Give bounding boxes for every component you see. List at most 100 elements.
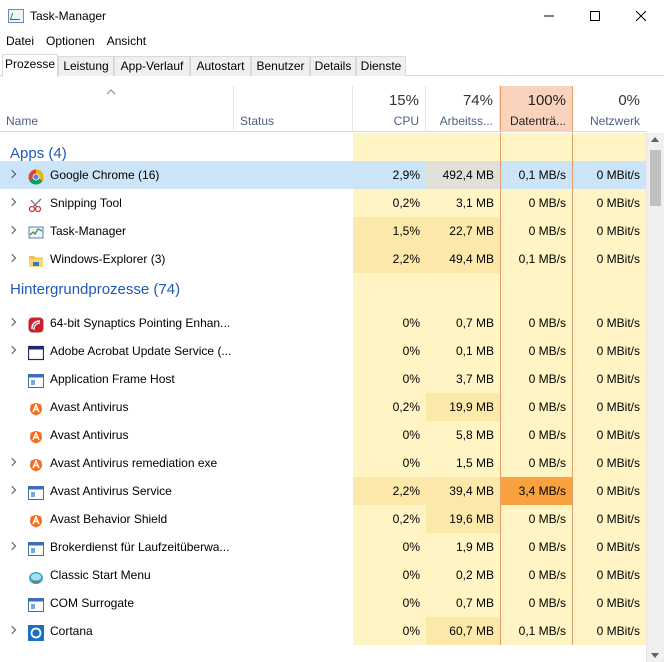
process-name-cell: Adobe Acrobat Update Service (... (0, 337, 234, 365)
app-window-icon (28, 371, 44, 388)
column-name[interactable]: Name (0, 86, 234, 132)
process-status (234, 477, 353, 505)
process-name-cell: Avast Antivirus (0, 393, 234, 421)
process-row[interactable]: Avast Antivirus 0,2% 19,9 MB 0 MB/s 0 MBit/s (0, 393, 646, 421)
process-row[interactable]: Windows-Explorer (3) 2,2% 49,4 MB 0,1 MB/s 0… (0, 245, 646, 273)
column-cpu[interactable]: 15% CPU (353, 86, 426, 132)
process-network: 0 MBit/s (573, 617, 646, 645)
column-memory[interactable]: 74% Arbeitss... (426, 86, 500, 132)
tab-users[interactable]: Benutzer (251, 56, 310, 76)
process-row[interactable]: Classic Start Menu 0% 0,2 MB 0 MB/s 0 MBit/s (0, 561, 646, 589)
process-name-cell: 64-bit Synaptics Pointing Enhan... (0, 309, 234, 337)
process-row[interactable]: Avast Behavior Shield 0,2% 19,6 MB 0 MB/s 0 … (0, 505, 646, 533)
chevron-right-icon[interactable] (7, 169, 17, 179)
column-disk[interactable]: 100% Datenträ... (500, 86, 573, 132)
process-network: 0 MBit/s (573, 245, 646, 273)
process-name: 64-bit Synaptics Pointing Enhan... (50, 316, 231, 330)
tab-app-history[interactable]: App-Verlauf (114, 56, 190, 76)
task-manager-icon (28, 223, 44, 239)
process-disk: 0,1 MB/s (500, 245, 573, 273)
process-row[interactable]: Avast Antivirus Service 2,2% 39,4 MB 3,4 MB… (0, 477, 646, 505)
disk-total: 100% (527, 92, 566, 109)
process-name: Windows-Explorer (3) (50, 252, 166, 266)
column-network[interactable]: 0% Netzwerk (573, 86, 646, 132)
process-row[interactable]: Task-Manager 1,5% 22,7 MB 0 MB/s 0 MBit/s (0, 217, 646, 245)
process-list: Apps (4) Google Chrome (16) 2,9% 492,4 MB 0,… (0, 133, 646, 662)
snipping-tool-icon (28, 195, 44, 213)
scroll-thumb[interactable] (650, 150, 661, 206)
menu-bar: Datei Optionen Ansicht (0, 31, 152, 51)
process-name-cell: Google Chrome (16) (0, 161, 234, 189)
process-row[interactable]: Snipping Tool 0,2% 3,1 MB 0 MB/s 0 MBit/s (0, 189, 646, 217)
process-memory: 0,7 MB (426, 309, 500, 337)
chevron-right-icon[interactable] (7, 457, 17, 467)
scroll-down-icon[interactable] (651, 653, 659, 658)
process-row[interactable]: Cortana 0% 60,7 MB 0,1 MB/s 0 MBit/s (0, 617, 646, 645)
scroll-up-icon[interactable] (651, 137, 659, 142)
tab-startup[interactable]: Autostart (190, 56, 251, 76)
menu-options[interactable]: Optionen (40, 31, 101, 51)
process-memory: 0,1 MB (426, 337, 500, 365)
process-memory: 39,4 MB (426, 477, 500, 505)
chevron-right-icon[interactable] (7, 317, 17, 327)
process-disk: 0 MB/s (500, 449, 573, 477)
group-header-background[interactable]: Hintergrundprozesse (74) (0, 273, 646, 309)
process-name: Classic Start Menu (50, 568, 151, 582)
process-name: Cortana (50, 624, 93, 638)
chevron-right-icon[interactable] (7, 541, 17, 551)
minimize-button[interactable] (526, 0, 572, 31)
process-name: Brokerdienst für Laufzeitüberwa... (50, 540, 230, 554)
process-disk: 0 MB/s (500, 337, 573, 365)
process-name: Avast Antivirus remediation exe (50, 456, 218, 470)
column-cpu-label: CPU (393, 114, 419, 128)
process-status (234, 533, 353, 561)
process-row[interactable]: Application Frame Host 0% 3,7 MB 0 MB/s 0 MB… (0, 365, 646, 393)
process-row[interactable]: Google Chrome (16) 2,9% 492,4 MB 0,1 MB/s 0 … (0, 161, 646, 189)
process-name-cell: Avast Antivirus remediation exe (0, 449, 234, 477)
chevron-right-icon[interactable] (7, 485, 17, 495)
menu-file[interactable]: Datei (0, 31, 40, 51)
process-name: Task-Manager (50, 224, 127, 238)
process-memory: 1,9 MB (426, 533, 500, 561)
cpu-total: 15% (388, 92, 419, 109)
process-status (234, 561, 353, 589)
group-header-apps[interactable]: Apps (4) (0, 133, 646, 162)
process-status (234, 393, 353, 421)
process-disk: 0,1 MB/s (500, 161, 573, 189)
chevron-right-icon[interactable] (7, 197, 17, 207)
maximize-icon (590, 10, 600, 21)
process-memory: 0,7 MB (426, 589, 500, 617)
process-row[interactable]: Avast Antivirus remediation exe 0% 1,5 MB 0… (0, 449, 646, 477)
synaptics-icon (28, 315, 44, 333)
process-network: 0 MBit/s (573, 449, 646, 477)
tab-details[interactable]: Details (310, 56, 356, 76)
process-network: 0 MBit/s (573, 561, 646, 589)
process-status (234, 245, 353, 273)
maximize-button[interactable] (572, 0, 618, 31)
process-row[interactable]: Adobe Acrobat Update Service (... 0% 0,1 M… (0, 337, 646, 365)
chevron-right-icon[interactable] (7, 625, 17, 635)
process-name-cell: Avast Behavior Shield (0, 505, 234, 533)
tab-processes[interactable]: Prozesse (2, 54, 58, 77)
vertical-scrollbar[interactable] (646, 133, 664, 662)
process-cpu: 2,2% (353, 245, 426, 273)
process-row[interactable]: Brokerdienst für Laufzeitüberwa... 0% 1,9 … (0, 533, 646, 561)
tab-services[interactable]: Dienste (356, 56, 406, 76)
process-network: 0 MBit/s (573, 217, 646, 245)
tab-performance[interactable]: Leistung (58, 56, 114, 76)
chevron-right-icon[interactable] (7, 225, 17, 235)
chevron-right-icon[interactable] (7, 345, 17, 355)
process-row[interactable]: 64-bit Synaptics Pointing Enhan... 0% 0,7 … (0, 309, 646, 337)
process-row[interactable]: Avast Antivirus 0% 5,8 MB 0 MB/s 0 MBit/s (0, 421, 646, 449)
process-name: Avast Antivirus Service (50, 484, 172, 498)
menu-view[interactable]: Ansicht (101, 31, 152, 51)
column-status[interactable]: Status (234, 86, 353, 132)
process-cpu: 2,9% (353, 161, 426, 189)
folder-icon (28, 251, 44, 267)
avast-icon (28, 511, 44, 528)
close-button[interactable] (618, 0, 664, 31)
close-icon (636, 10, 646, 21)
chevron-right-icon[interactable] (7, 253, 17, 263)
process-cpu: 0% (353, 309, 426, 337)
process-row[interactable]: COM Surrogate 0% 0,7 MB 0 MB/s 0 MBit/s (0, 589, 646, 617)
